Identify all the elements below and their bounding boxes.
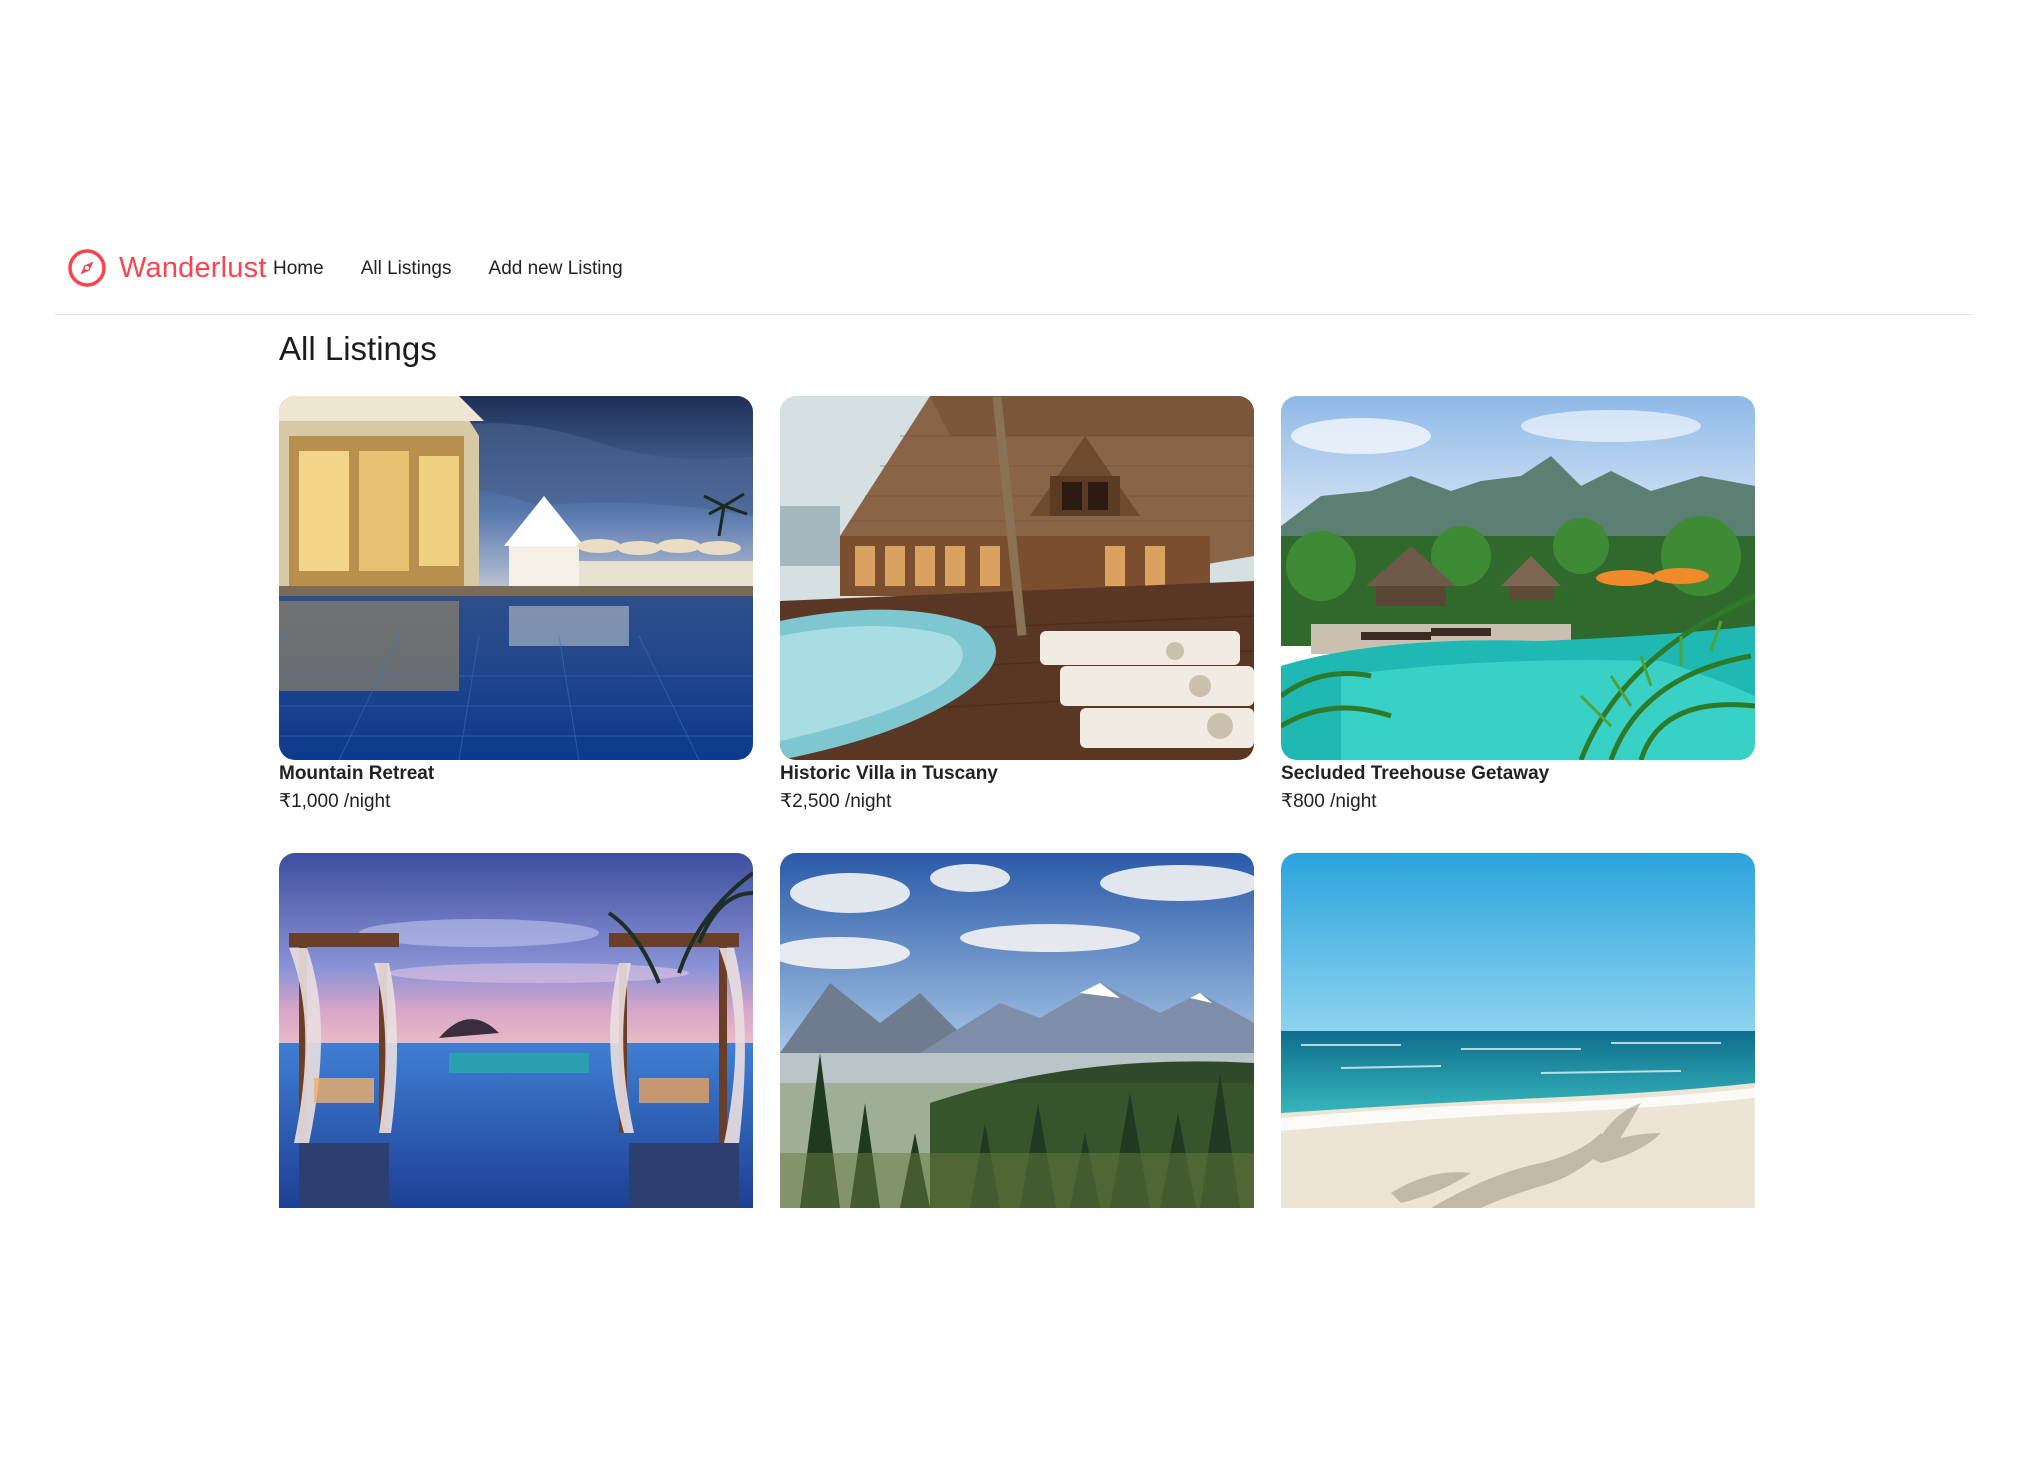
listings-grid: Mountain Retreat ₹1,000 /night Historic … (279, 396, 1759, 1208)
price-unit: /night (839, 791, 892, 812)
nav-link-home[interactable]: Home (273, 258, 324, 280)
listing-title: Mountain Retreat (279, 763, 435, 784)
listing-card[interactable] (780, 853, 1254, 1208)
listing-price: ₹2,500 /night (780, 790, 1254, 813)
listing-card[interactable]: Secluded Treehouse Getaway ₹800 /night (1281, 396, 1755, 813)
nav-link-all-listings[interactable]: All Listings (361, 258, 452, 280)
price-unit: /night (338, 791, 391, 812)
page-title: All Listings (279, 330, 437, 367)
nav-link-add-new-listing[interactable]: Add new Listing (489, 258, 623, 280)
listing-card[interactable]: Historic Villa in Tuscany ₹2,500 /night (780, 396, 1254, 813)
beach-shore-image (1281, 853, 1755, 1208)
navbar: Wanderlust Home All Listings Add new Lis… (55, 228, 1972, 315)
listing-title: Secluded Treehouse Getaway (1281, 763, 1550, 784)
listing-title: Historic Villa in Tuscany (780, 763, 998, 784)
price-value: ₹1,000 (279, 791, 339, 812)
compass-icon (67, 248, 107, 288)
tropical-pool-image (1281, 396, 1755, 760)
brand-link[interactable]: Wanderlust (67, 248, 267, 288)
nav-links: Home All Listings Add new Listing (273, 258, 623, 280)
brand-name: Wanderlust (119, 251, 267, 284)
wooden-lodge-pool-image (780, 396, 1254, 760)
price-unit: /night (1324, 791, 1377, 812)
listing-card[interactable]: Mountain Retreat ₹1,000 /night (279, 396, 753, 813)
listing-card[interactable] (1281, 853, 1755, 1208)
cabana-pool-sunset-image (279, 853, 753, 1208)
listing-price: ₹1,000 /night (279, 790, 753, 813)
price-value: ₹2,500 (780, 791, 840, 812)
mountain-valley-image (780, 853, 1254, 1208)
listing-price: ₹800 /night (1281, 790, 1755, 813)
price-value: ₹800 (1281, 791, 1325, 812)
resort-pool-dusk-image (279, 396, 753, 760)
listing-card[interactable] (279, 853, 753, 1208)
